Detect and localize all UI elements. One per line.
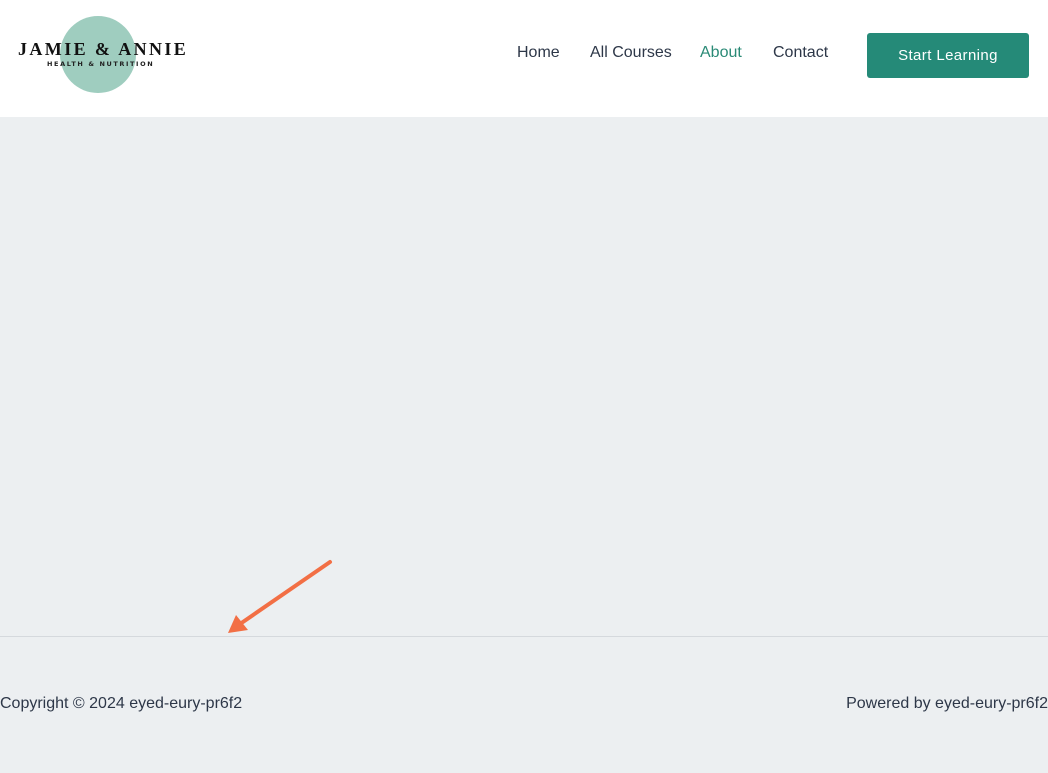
logo-tagline: HEALTH & NUTRITION (47, 60, 155, 68)
start-learning-button[interactable]: Start Learning (867, 33, 1029, 78)
site-logo[interactable]: JAMIE & ANNIE HEALTH & NUTRITION (18, 16, 188, 96)
footer-divider (0, 636, 1048, 637)
site-header: JAMIE & ANNIE HEALTH & NUTRITION Home Al… (0, 0, 1048, 117)
nav-item-contact[interactable]: Contact (773, 44, 828, 62)
nav-item-about[interactable]: About (700, 44, 742, 62)
powered-by-text: Powered by eyed-eury-pr6f2 (846, 695, 1048, 712)
page-content-area (0, 117, 1048, 636)
nav-item-all-courses[interactable]: All Courses (590, 44, 672, 62)
copyright-text: Copyright © 2024 eyed-eury-pr6f2 (0, 695, 243, 712)
nav-item-home[interactable]: Home (517, 44, 560, 62)
logo-brand-name: JAMIE & ANNIE (18, 39, 189, 59)
